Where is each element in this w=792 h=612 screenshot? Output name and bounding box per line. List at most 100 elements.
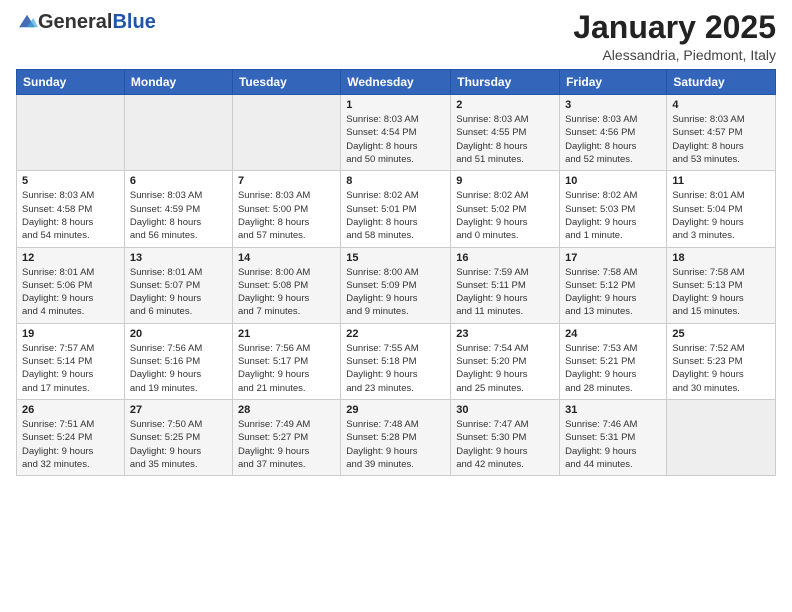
day-info: Sunrise: 7:59 AMSunset: 5:11 PMDaylight:… xyxy=(456,266,554,319)
location: Alessandria, Piedmont, Italy xyxy=(573,47,776,63)
day-info: Sunrise: 8:03 AMSunset: 4:59 PMDaylight:… xyxy=(130,189,227,242)
calendar-day-cell: 31 Sunrise: 7:46 AMSunset: 5:31 PMDayligh… xyxy=(560,399,667,475)
calendar-day-cell: 4 Sunrise: 8:03 AMSunset: 4:57 PMDaylight… xyxy=(667,95,776,171)
day-number: 9 xyxy=(456,175,554,187)
day-number: 10 xyxy=(565,175,661,187)
day-number: 20 xyxy=(130,328,227,340)
calendar-day-cell xyxy=(17,95,125,171)
logo: GeneralBlue xyxy=(16,10,156,34)
calendar-day-cell: 1Sunrise: 8:03 AMSunset: 4:54 PMDaylight… xyxy=(341,95,451,171)
calendar-day-cell: 25 Sunrise: 7:52 AMSunset: 5:23 PMDayligh… xyxy=(667,323,776,399)
day-number: 6 xyxy=(130,175,227,187)
calendar-day-cell: 22Sunrise: 7:55 AMSunset: 5:18 PMDayligh… xyxy=(341,323,451,399)
day-of-week-header: Monday xyxy=(124,70,232,95)
calendar-day-cell: 21 Sunrise: 7:56 AMSunset: 5:17 PMDayligh… xyxy=(232,323,340,399)
day-info: Sunrise: 8:02 AMSunset: 5:02 PMDaylight:… xyxy=(456,189,554,242)
title-block: January 2025 Alessandria, Piedmont, Ital… xyxy=(573,10,776,63)
day-info: Sunrise: 7:57 AMSunset: 5:14 PMDaylight:… xyxy=(22,342,119,395)
calendar-day-cell: 23Sunrise: 7:54 AMSunset: 5:20 PMDayligh… xyxy=(451,323,560,399)
day-info: Sunrise: 8:01 AMSunset: 5:06 PMDaylight:… xyxy=(22,266,119,319)
calendar-day-cell: 12 Sunrise: 8:01 AMSunset: 5:06 PMDayligh… xyxy=(17,247,125,323)
day-number: 19 xyxy=(22,328,119,340)
day-info: Sunrise: 8:00 AMSunset: 5:08 PMDaylight:… xyxy=(238,266,335,319)
day-number: 5 xyxy=(22,175,119,187)
day-info: Sunrise: 7:52 AMSunset: 5:23 PMDaylight:… xyxy=(672,342,770,395)
day-of-week-header: Friday xyxy=(560,70,667,95)
calendar-week-row: 5 Sunrise: 8:03 AMSunset: 4:58 PMDaylight… xyxy=(17,171,776,247)
calendar-day-cell: 30 Sunrise: 7:47 AMSunset: 5:30 PMDayligh… xyxy=(451,399,560,475)
calendar-day-cell: 6 Sunrise: 8:03 AMSunset: 4:59 PMDaylight… xyxy=(124,171,232,247)
day-info: Sunrise: 8:03 AMSunset: 4:58 PMDaylight:… xyxy=(22,189,119,242)
day-info: Sunrise: 8:03 AMSunset: 5:00 PMDaylight:… xyxy=(238,189,335,242)
day-number: 21 xyxy=(238,328,335,340)
day-number: 31 xyxy=(565,404,661,416)
day-of-week-header: Sunday xyxy=(17,70,125,95)
calendar-day-cell: 20Sunrise: 7:56 AMSunset: 5:16 PMDayligh… xyxy=(124,323,232,399)
logo-icon xyxy=(16,10,38,32)
day-number: 13 xyxy=(130,252,227,264)
calendar-day-cell: 24Sunrise: 7:53 AMSunset: 5:21 PMDayligh… xyxy=(560,323,667,399)
day-number: 30 xyxy=(456,404,554,416)
day-info: Sunrise: 8:01 AMSunset: 5:07 PMDaylight:… xyxy=(130,266,227,319)
day-number: 15 xyxy=(346,252,445,264)
day-number: 17 xyxy=(565,252,661,264)
day-info: Sunrise: 8:03 AMSunset: 4:55 PMDaylight:… xyxy=(456,113,554,166)
calendar-week-row: 12 Sunrise: 8:01 AMSunset: 5:06 PMDayligh… xyxy=(17,247,776,323)
calendar-table: SundayMondayTuesdayWednesdayThursdayFrid… xyxy=(16,69,776,476)
day-number: 2 xyxy=(456,99,554,111)
day-info: Sunrise: 7:46 AMSunset: 5:31 PMDaylight:… xyxy=(565,418,661,471)
day-number: 29 xyxy=(346,404,445,416)
calendar-day-cell: 8 Sunrise: 8:02 AMSunset: 5:01 PMDaylight… xyxy=(341,171,451,247)
day-of-week-header: Thursday xyxy=(451,70,560,95)
day-info: Sunrise: 7:58 AMSunset: 5:12 PMDaylight:… xyxy=(565,266,661,319)
calendar-day-cell: 28Sunrise: 7:49 AMSunset: 5:27 PMDayligh… xyxy=(232,399,340,475)
day-number: 25 xyxy=(672,328,770,340)
header: GeneralBlue January 2025 Alessandria, Pi… xyxy=(16,10,776,63)
calendar-day-cell: 5 Sunrise: 8:03 AMSunset: 4:58 PMDaylight… xyxy=(17,171,125,247)
day-info: Sunrise: 7:53 AMSunset: 5:21 PMDaylight:… xyxy=(565,342,661,395)
day-number: 7 xyxy=(238,175,335,187)
calendar-day-cell xyxy=(667,399,776,475)
day-number: 12 xyxy=(22,252,119,264)
calendar-week-row: 19 Sunrise: 7:57 AMSunset: 5:14 PMDayligh… xyxy=(17,323,776,399)
day-info: Sunrise: 8:03 AMSunset: 4:56 PMDaylight:… xyxy=(565,113,661,166)
calendar-day-cell: 17 Sunrise: 7:58 AMSunset: 5:12 PMDayligh… xyxy=(560,247,667,323)
day-info: Sunrise: 8:02 AMSunset: 5:03 PMDaylight:… xyxy=(565,189,661,242)
calendar-header-row: SundayMondayTuesdayWednesdayThursdayFrid… xyxy=(17,70,776,95)
calendar-week-row: 1Sunrise: 8:03 AMSunset: 4:54 PMDaylight… xyxy=(17,95,776,171)
day-of-week-header: Wednesday xyxy=(341,70,451,95)
day-number: 14 xyxy=(238,252,335,264)
calendar-day-cell: 10 Sunrise: 8:02 AMSunset: 5:03 PMDayligh… xyxy=(560,171,667,247)
calendar-day-cell: 7 Sunrise: 8:03 AMSunset: 5:00 PMDaylight… xyxy=(232,171,340,247)
calendar-day-cell: 26Sunrise: 7:51 AMSunset: 5:24 PMDayligh… xyxy=(17,399,125,475)
logo-blue: Blue xyxy=(112,11,155,33)
logo-general: General xyxy=(38,11,112,33)
day-of-week-header: Tuesday xyxy=(232,70,340,95)
day-info: Sunrise: 7:48 AMSunset: 5:28 PMDaylight:… xyxy=(346,418,445,471)
calendar-day-cell: 3 Sunrise: 8:03 AMSunset: 4:56 PMDaylight… xyxy=(560,95,667,171)
day-number: 8 xyxy=(346,175,445,187)
month-title: January 2025 xyxy=(573,10,776,45)
day-number: 26 xyxy=(22,404,119,416)
day-info: Sunrise: 8:01 AMSunset: 5:04 PMDaylight:… xyxy=(672,189,770,242)
day-info: Sunrise: 8:02 AMSunset: 5:01 PMDaylight:… xyxy=(346,189,445,242)
calendar-day-cell: 27Sunrise: 7:50 AMSunset: 5:25 PMDayligh… xyxy=(124,399,232,475)
day-number: 4 xyxy=(672,99,770,111)
calendar-day-cell: 18Sunrise: 7:58 AMSunset: 5:13 PMDayligh… xyxy=(667,247,776,323)
calendar-day-cell: 29 Sunrise: 7:48 AMSunset: 5:28 PMDayligh… xyxy=(341,399,451,475)
day-number: 16 xyxy=(456,252,554,264)
day-info: Sunrise: 7:58 AMSunset: 5:13 PMDaylight:… xyxy=(672,266,770,319)
day-info: Sunrise: 8:03 AMSunset: 4:57 PMDaylight:… xyxy=(672,113,770,166)
day-info: Sunrise: 7:47 AMSunset: 5:30 PMDaylight:… xyxy=(456,418,554,471)
calendar-day-cell: 9 Sunrise: 8:02 AMSunset: 5:02 PMDaylight… xyxy=(451,171,560,247)
calendar-day-cell: 2 Sunrise: 8:03 AMSunset: 4:55 PMDaylight… xyxy=(451,95,560,171)
calendar-day-cell: 16 Sunrise: 7:59 AMSunset: 5:11 PMDayligh… xyxy=(451,247,560,323)
day-number: 11 xyxy=(672,175,770,187)
calendar-day-cell: 14 Sunrise: 8:00 AMSunset: 5:08 PMDayligh… xyxy=(232,247,340,323)
day-info: Sunrise: 7:56 AMSunset: 5:17 PMDaylight:… xyxy=(238,342,335,395)
calendar-week-row: 26Sunrise: 7:51 AMSunset: 5:24 PMDayligh… xyxy=(17,399,776,475)
day-number: 1 xyxy=(346,99,445,111)
day-info: Sunrise: 7:54 AMSunset: 5:20 PMDaylight:… xyxy=(456,342,554,395)
calendar-day-cell: 11 Sunrise: 8:01 AMSunset: 5:04 PMDayligh… xyxy=(667,171,776,247)
day-number: 3 xyxy=(565,99,661,111)
